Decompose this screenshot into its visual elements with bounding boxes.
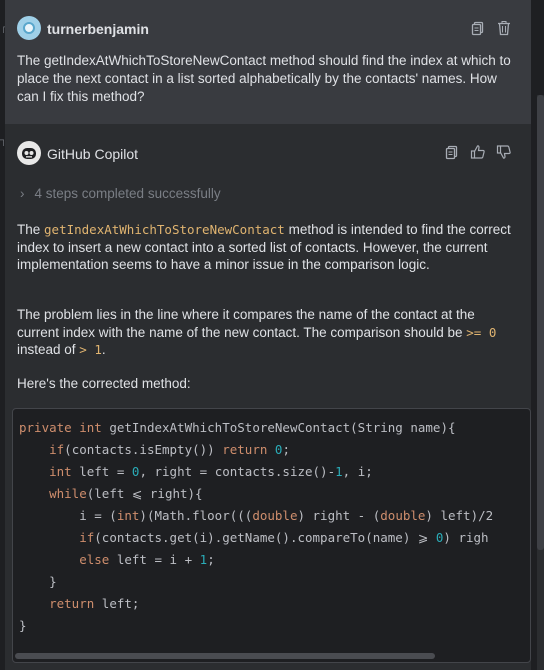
user-message-text: The getIndexAtWhichToStoreNewContact met… bbox=[17, 53, 511, 104]
code-line: } bbox=[19, 618, 27, 633]
user-message: turnerbenjamin The getIndexAtWhichToStor… bbox=[5, 0, 531, 124]
code-line: int left = 0, right = contacts.size()-1,… bbox=[49, 464, 373, 479]
gutter-mark: ┐ bbox=[0, 135, 8, 146]
response-paragraph-1: The getIndexAtWhichToStoreNewContact met… bbox=[17, 221, 517, 274]
response-paragraph-2: The problem lies in the line where it co… bbox=[17, 306, 517, 359]
code-block[interactable]: private int getIndexAtWhichToStoreNewCon… bbox=[12, 408, 531, 663]
steps-toggle[interactable]: › 4 steps completed successfully bbox=[20, 186, 221, 201]
copilot-icon bbox=[17, 141, 41, 165]
thumbs-up-icon[interactable] bbox=[470, 144, 486, 160]
inline-code: >= 0 bbox=[466, 324, 497, 340]
steps-label: 4 steps completed successfully bbox=[34, 186, 221, 201]
thumbs-down-icon[interactable] bbox=[496, 144, 512, 160]
code-line: else left = i + 1; bbox=[79, 552, 215, 567]
code-line: if(contacts.get(i).getName().compareTo(n… bbox=[79, 530, 489, 545]
gutter-mark: ┌ bbox=[0, 22, 8, 33]
horizontal-scrollbar[interactable] bbox=[15, 653, 435, 659]
code-line: i = (int)(Math.floor(((double) right - (… bbox=[19, 508, 494, 523]
user-name: turnerbenjamin bbox=[47, 21, 149, 37]
code-line: while(left ⩽ right){ bbox=[49, 486, 203, 501]
para2-text-end: . bbox=[101, 342, 106, 357]
inline-code: > 1 bbox=[79, 342, 102, 357]
code-line: } bbox=[19, 574, 57, 589]
copy-icon[interactable] bbox=[444, 144, 460, 160]
para1-text: The bbox=[17, 222, 45, 237]
copilot-header: GitHub Copilot bbox=[5, 124, 531, 184]
trash-icon[interactable] bbox=[496, 20, 512, 36]
user-avatar bbox=[17, 16, 41, 40]
code-line: return left; bbox=[49, 596, 140, 611]
para2-text: The problem lies in the line where it co… bbox=[17, 307, 475, 340]
copilot-name: GitHub Copilot bbox=[47, 146, 139, 162]
vertical-scrollbar[interactable] bbox=[537, 95, 544, 550]
para2-text-mid: instead of bbox=[17, 342, 80, 357]
code-content: private int getIndexAtWhichToStoreNewCon… bbox=[19, 417, 493, 637]
inline-code: getIndexAtWhichToStoreNewContact bbox=[44, 222, 285, 237]
copy-icon[interactable] bbox=[470, 20, 486, 36]
code-line: private int getIndexAtWhichToStoreNewCon… bbox=[19, 420, 456, 435]
response-paragraph-3: Here's the corrected method: bbox=[17, 376, 191, 391]
code-line: if(contacts.isEmpty()) return 0; bbox=[49, 442, 290, 457]
chevron-right-icon: › bbox=[20, 186, 25, 201]
